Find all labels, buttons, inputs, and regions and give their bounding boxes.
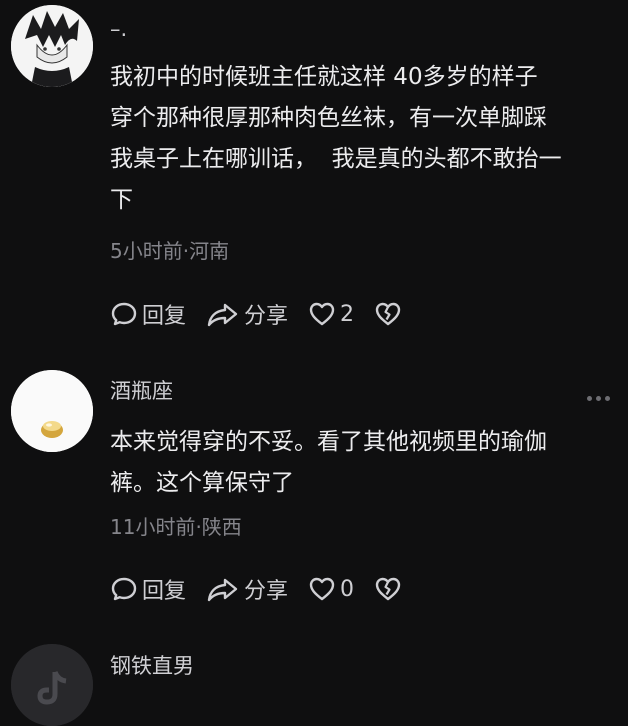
comment-text: 我初中的时候班主任就这样 40多岁的样子 穿个那种很厚那种肉色丝袜，有一次单脚踩… <box>110 64 562 213</box>
comment-username[interactable]: 钢铁直男 <box>110 652 194 680</box>
like-button[interactable]: 0 <box>308 575 354 603</box>
avatar[interactable] <box>11 370 93 452</box>
comment-actions: 回复 分享 0 <box>110 573 422 605</box>
comment-bubble-icon <box>111 302 137 326</box>
comment-item: 钢铁直男 <box>0 630 628 726</box>
reply-label: 回复 <box>142 304 187 329</box>
comment-meta: 11小时前·陕西 <box>110 515 242 539</box>
reply-label: 回复 <box>142 579 187 604</box>
more-options-button[interactable] <box>587 396 610 401</box>
more-dot-icon <box>587 396 592 401</box>
comment-username[interactable]: 酒瓶座 <box>110 377 173 405</box>
like-count: 0 <box>340 576 355 602</box>
comment-meta: 5小时前·河南 <box>110 239 230 263</box>
avatar[interactable] <box>11 5 93 87</box>
comment-text: 本来觉得穿的不妥。看了其他视频里的瑜伽 裤。这个算保守了 <box>110 429 547 496</box>
broken-heart-icon <box>375 577 401 601</box>
like-count: 2 <box>340 301 355 327</box>
more-dot-icon <box>596 396 601 401</box>
share-label: 分享 <box>244 579 289 604</box>
avatar[interactable] <box>11 644 93 726</box>
heart-icon <box>309 577 335 601</box>
broken-heart-icon <box>375 302 401 326</box>
share-arrow-icon <box>207 303 238 327</box>
share-arrow-icon <box>207 578 238 602</box>
comment-item: –. 我初中的时候班主任就这样 40多岁的样子 穿个那种很厚那种肉色丝袜，有一次… <box>0 0 628 350</box>
comment-bubble-icon <box>111 577 137 601</box>
share-button[interactable]: 分享 <box>206 573 288 605</box>
share-label: 分享 <box>244 304 289 329</box>
dislike-button[interactable] <box>374 300 402 328</box>
reply-button[interactable]: 回复 <box>110 298 186 330</box>
like-button[interactable]: 2 <box>308 300 354 328</box>
more-dot-icon <box>605 396 610 401</box>
heart-icon <box>309 302 335 326</box>
comment-actions: 回复 分享 2 <box>110 298 422 330</box>
share-button[interactable]: 分享 <box>206 298 288 330</box>
comment-item: 酒瓶座 本来觉得穿的不妥。看了其他视频里的瑜伽 裤。这个算保守了 11小时前·陕… <box>0 350 628 630</box>
reply-button[interactable]: 回复 <box>110 573 186 605</box>
dislike-button[interactable] <box>374 575 402 603</box>
comment-username[interactable]: –. <box>110 15 127 43</box>
